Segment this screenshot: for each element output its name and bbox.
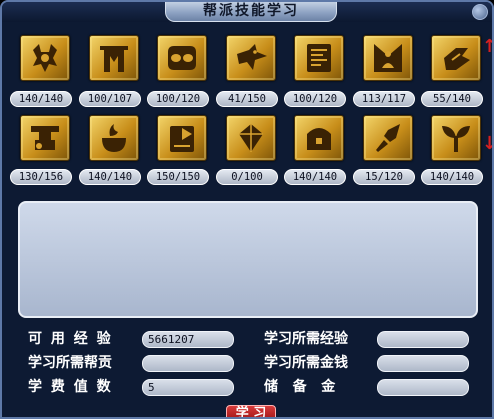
skill-level-8: 130/156 [10,169,72,185]
skill-slot-3[interactable] [157,35,207,81]
available-exp-label: 可 用 经 验 [28,331,113,347]
skill-slot-5[interactable] [294,35,344,81]
guild-skill-window: 帮派技能学习 140/140 100/107 100/120 41/150 10… [0,0,494,419]
skill-slot-7[interactable] [431,35,481,81]
skill-slot-6[interactable] [363,35,413,81]
gem-hand-icon [226,115,276,161]
skill-level-7: 55/140 [421,91,483,107]
hand-gesture-icon [431,35,481,81]
reserve-field [377,379,469,396]
available-exp-field: 5661207 [142,331,234,348]
skill-level-10: 150/150 [147,169,209,185]
required-exp-label: 学习所需经验 [264,331,348,347]
chart-book-icon [157,115,207,161]
sprout-icon [431,115,481,161]
scroll-up-arrow[interactable]: ↑ [482,35,492,59]
skill-slot-2[interactable] [89,35,139,81]
bird-attack-icon [226,35,276,81]
skill-slot-13[interactable] [363,115,413,161]
treasure-chest-icon [294,115,344,161]
skill-slot-4[interactable] [226,35,276,81]
skill-slot-11[interactable] [226,115,276,161]
anvil-icon [20,115,70,161]
skill-level-1: 140/140 [10,91,72,107]
skill-level-11: 0/100 [216,169,278,185]
dagger-icon [363,115,413,161]
skill-slot-10[interactable] [157,115,207,161]
skill-slot-8[interactable] [20,115,70,161]
reserve-label: 储 备 金 [264,379,336,395]
skill-level-9: 140/140 [79,169,141,185]
meditation-figure-icon [363,35,413,81]
skill-slot-14[interactable] [431,115,481,161]
skill-level-4: 41/150 [216,91,278,107]
required-contribution-field [142,355,234,372]
cauldron-icon [89,115,139,161]
skill-level-13: 15/120 [353,169,415,185]
skill-level-2: 100/107 [79,91,141,107]
close-button[interactable] [472,4,488,20]
scroll-down-arrow[interactable]: ↓ [482,132,492,156]
tuition-field: 5 [142,379,234,396]
required-contribution-label: 学习所需帮贡 [28,355,112,371]
required-money-field [377,355,469,372]
required-exp-field [377,331,469,348]
skill-level-3: 100/120 [147,91,209,107]
skill-slot-1[interactable] [20,35,70,81]
tuition-label: 学 费 值 数 [28,379,113,395]
skill-slot-9[interactable] [89,115,139,161]
skill-level-5: 100/120 [284,91,346,107]
skill-level-12: 140/140 [284,169,346,185]
skill-description-panel [18,201,478,318]
learn-button[interactable]: 学 习 [226,405,276,417]
required-money-label: 学习所需金钱 [264,355,348,371]
title-bar[interactable]: 帮派技能学习 [2,2,492,22]
knot-icon [157,35,207,81]
skill-slot-12[interactable] [294,115,344,161]
scroll-figure-icon [294,35,344,81]
window-title: 帮派技能学习 [165,2,337,22]
gate-emblem-icon [89,35,139,81]
skill-level-14: 140/140 [421,169,483,185]
skill-level-6: 113/117 [353,91,415,107]
crab-claw-icon [20,35,70,81]
